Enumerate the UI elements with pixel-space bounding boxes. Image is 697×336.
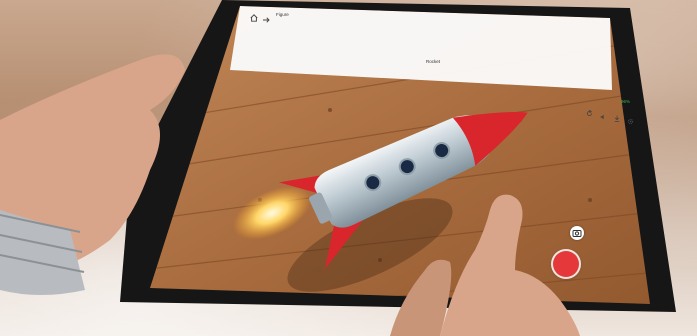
battery-indicator: 96% [621,99,631,104]
sound-icon[interactable] [600,107,606,120]
camera-icon [572,230,582,237]
nav-label[interactable]: Figure [276,12,289,17]
home-icon[interactable] [250,9,258,22]
photo-scene: Figure Rocket 96% [0,0,697,336]
reset-icon[interactable] [586,104,593,117]
record-button[interactable] [553,251,579,277]
gear-icon[interactable] [627,112,634,125]
page-title: Rocket [426,59,441,64]
share-icon[interactable] [262,10,270,23]
info-icon[interactable] [614,109,620,122]
camera-button[interactable] [570,226,584,240]
tablet-illustration [0,0,676,336]
